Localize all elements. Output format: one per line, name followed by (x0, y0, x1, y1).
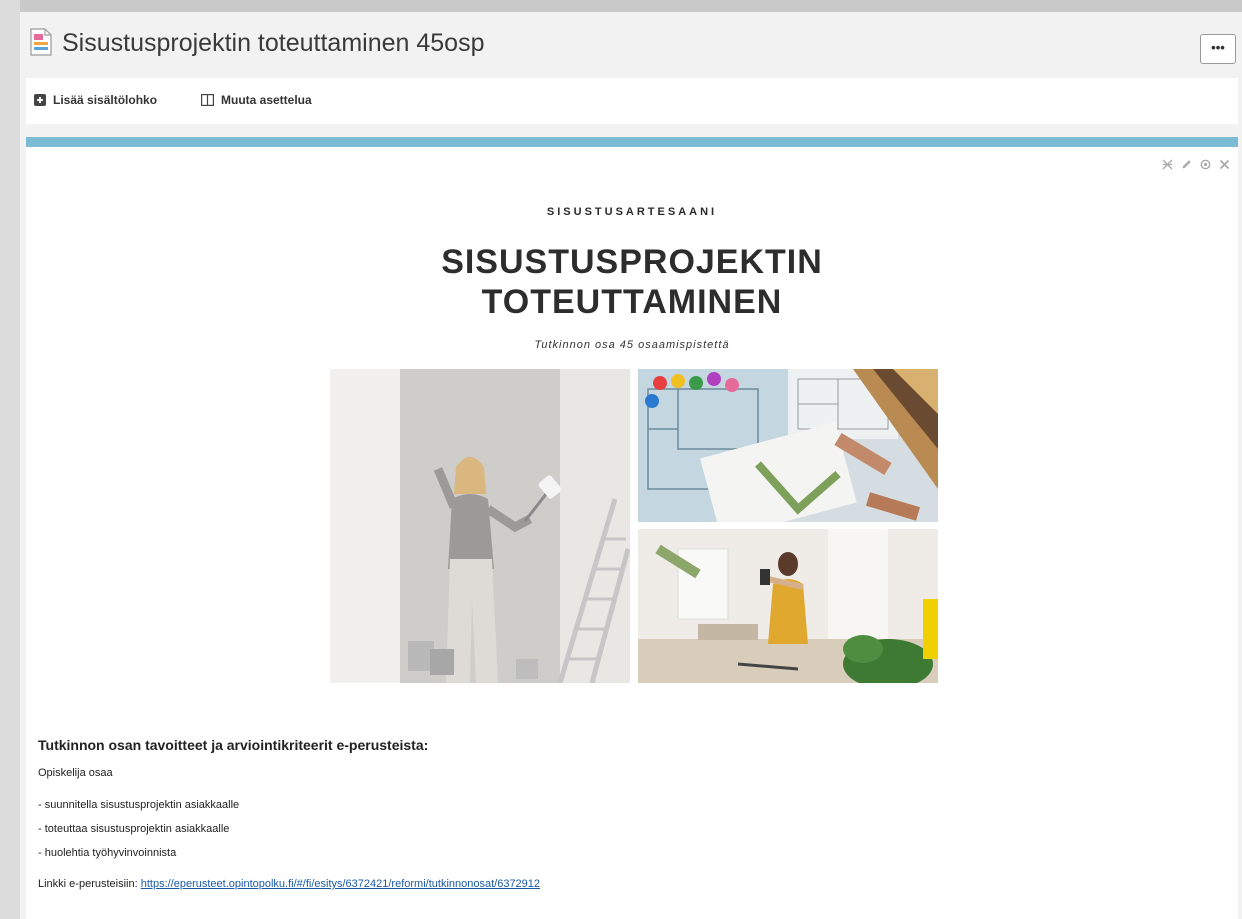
change-layout-label: Muuta asettelua (221, 93, 312, 107)
page-toolbar: Lisää sisältölohko Muuta asettelua (26, 78, 1238, 124)
objectives-heading: Tutkinnon osan tavoitteet ja arviointikr… (38, 737, 429, 753)
add-content-block-label: Lisää sisältölohko (53, 93, 158, 107)
content-block-tools (1162, 157, 1230, 170)
add-content-block-button[interactable]: Lisää sisältölohko (34, 93, 157, 107)
settings-gear-icon[interactable] (1200, 157, 1211, 170)
plus-square-icon (34, 94, 46, 106)
poster-title-line-2: TOTEUTTAMINEN (481, 283, 783, 321)
list-item: - toteuttaa sisustusprojektin asiakkaall… (38, 823, 230, 835)
page-title: Sisustusprojektin toteuttaminen 45osp (62, 29, 485, 57)
painter-photo (330, 369, 630, 683)
left-side-panel (0, 0, 20, 919)
design-plans-photo (638, 369, 938, 522)
more-actions-button[interactable]: ••• (1200, 34, 1236, 64)
window-top-edge (0, 0, 1242, 12)
list-item: - suunnitella sisustusprojektin asiakkaa… (38, 799, 240, 811)
edit-pencil-icon[interactable] (1181, 157, 1192, 169)
poster-kicker: SISUSTUSARTESAANI (546, 206, 718, 218)
page-header: Sisustusprojektin toteuttaminen 45osp ••… (20, 12, 1242, 78)
link-prefix: Linkki e-perusteisiin: (38, 878, 141, 890)
content-block-accent-bar (26, 137, 1238, 147)
intro-text: Opiskelija osaa (38, 767, 113, 779)
columns-icon (201, 94, 214, 106)
content-block: SISUSTUSARTESAANI SISUSTUSPROJEKTIN TOTE… (26, 137, 1238, 919)
interior-photo (638, 529, 938, 683)
move-icon[interactable] (1162, 157, 1173, 170)
change-layout-button[interactable]: Muuta asettelua (201, 93, 312, 107)
eperusteet-link[interactable]: https://eperusteet.opintopolku.fi/#/fi/e… (141, 878, 540, 890)
close-icon[interactable] (1219, 157, 1230, 170)
poster-title-line-1: SISUSTUSPROJEKTIN (441, 243, 823, 281)
poster-subtitle: Tutkinnon osa 45 osaamispistettä (534, 339, 730, 351)
list-item: - huolehtia työhyvinvoinnista (38, 847, 177, 859)
poster-title: SISUSTUSPROJEKTIN TOTEUTTAMINEN (26, 242, 1238, 322)
page-document-icon (30, 28, 52, 56)
page: Sisustusprojektin toteuttaminen 45osp ••… (20, 12, 1242, 919)
link-line: Linkki e-perusteisiin: https://eperustee… (38, 878, 540, 890)
